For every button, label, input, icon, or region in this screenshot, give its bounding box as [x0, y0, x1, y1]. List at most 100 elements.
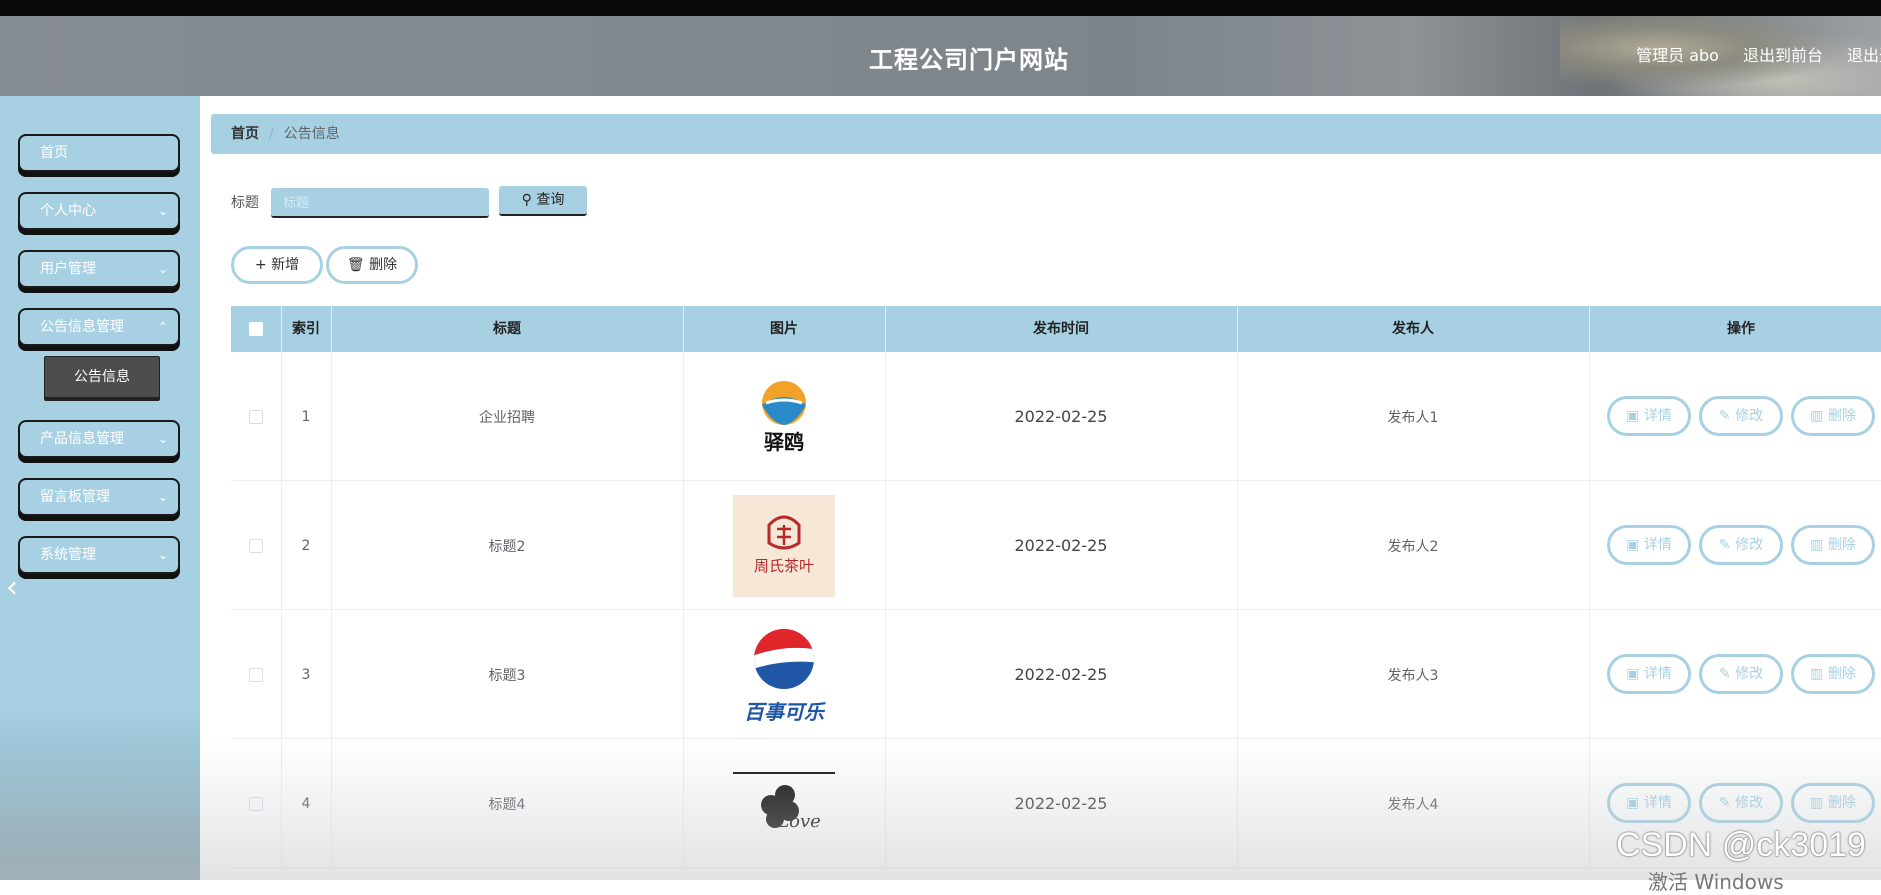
column-header-publisher: 发布人: [1392, 321, 1434, 337]
detail-button[interactable]: ▣ 详情: [1607, 396, 1691, 436]
sidebar-item-system-management[interactable]: 系统管理 ⌄: [18, 536, 180, 574]
windows-activation-text: 激活 Windows: [1648, 870, 1784, 894]
table-header: 索引 标题 图片 发布时间 发布人 操作: [231, 306, 1881, 352]
column-header-title: 标题: [493, 321, 521, 337]
sidebar-item-label: 系统管理: [40, 547, 96, 563]
row-image: 百事可乐: [683, 610, 885, 739]
logout-link[interactable]: 退出登录: [1847, 42, 1881, 66]
chevron-down-icon: ⌄: [157, 262, 168, 276]
header-divider: [1237, 306, 1238, 352]
table-row: 3 标题3 百事可乐 2022-02-25 发布人3 ▣ 详情 ✎ 修改 ▥ 删…: [231, 610, 1881, 739]
delete-label: 删除: [1827, 666, 1856, 682]
pencil-icon: ✎: [1718, 666, 1731, 682]
header-divider: [331, 306, 332, 352]
logo-text: 百事可乐: [744, 700, 826, 724]
collapse-sidebar-icon[interactable]: ‹: [6, 570, 18, 605]
header-divider: [1589, 306, 1590, 352]
delete-label: 删除: [1827, 795, 1856, 811]
sidebar-item-personal-center[interactable]: 个人中心 ⌄: [18, 192, 180, 230]
detail-label: 详情: [1643, 795, 1672, 811]
delete-button[interactable]: ▥ 删除: [1791, 654, 1875, 694]
column-header-index: 索引: [292, 321, 320, 337]
row-publisher: 发布人2: [1387, 538, 1439, 555]
sidebar-item-home[interactable]: 首页: [18, 134, 180, 172]
delete-button[interactable]: ▥ 删除: [1791, 396, 1875, 436]
trash-icon: ▥: [1810, 537, 1824, 553]
table-row: 1 企业招聘 驿鸥 2022-02-25 发布人1 ▣ 详情 ✎ 修改 ▥ 删除: [231, 352, 1881, 481]
edit-button[interactable]: ✎ 修改: [1699, 396, 1783, 436]
delete-button[interactable]: ▥ 删除: [1791, 525, 1875, 565]
row-publisher: 发布人1: [1387, 409, 1439, 426]
row-title: 标题2: [488, 538, 526, 555]
site-title: 工程公司门户网站: [869, 46, 1069, 74]
search-icon: ⚲: [521, 192, 532, 208]
row-index: 1: [301, 408, 311, 425]
clover-love-logo-icon: Love: [733, 771, 835, 832]
row-checkbox[interactable]: [249, 538, 263, 553]
select-all-checkbox[interactable]: [249, 322, 263, 336]
select-all-cell: [231, 306, 281, 352]
column-header-image: 图片: [770, 321, 798, 337]
row-publish-date: 2022-02-25: [1014, 536, 1108, 555]
search-button[interactable]: ⚲ 查询: [499, 186, 587, 216]
sidebar-menu: 首页 个人中心 ⌄ 用户管理 ⌄ 公告信息管理 ⌃ 公告信息 产品信息管理 ⌄ 留言板管…: [18, 134, 180, 594]
back-to-front-link[interactable]: 退出到前台: [1743, 42, 1823, 66]
search-title-input[interactable]: [271, 188, 489, 218]
bulk-delete-button[interactable]: 🗑 删除: [326, 246, 418, 284]
sidebar-item-user-management[interactable]: 用户管理 ⌄: [18, 250, 180, 288]
row-image: Love: [683, 739, 885, 868]
row-publisher: 发布人4: [1387, 796, 1439, 813]
row-select-cell: [231, 610, 281, 739]
breadcrumb-home[interactable]: 首页: [231, 126, 259, 142]
yiou-logo-icon: 驿鸥: [762, 380, 806, 454]
sidebar-subitem-notice-info[interactable]: 公告信息: [44, 356, 160, 398]
logo-text: 驿鸥: [764, 430, 804, 454]
row-index: 2: [301, 537, 311, 554]
detail-button[interactable]: ▣ 详情: [1607, 654, 1691, 694]
breadcrumb-separator: /: [269, 126, 274, 142]
chevron-down-icon: ⌄: [157, 432, 168, 446]
edit-label: 修改: [1735, 408, 1764, 424]
edit-button[interactable]: ✎ 修改: [1699, 654, 1783, 694]
header-links: 管理员 abo 退出到前台 退出登录: [1636, 42, 1881, 66]
logo-text: Love: [776, 811, 821, 832]
trash-icon: ▥: [1810, 408, 1824, 424]
row-title: 企业招聘: [479, 409, 535, 426]
sidebar-item-label: 个人中心: [40, 203, 96, 219]
pencil-icon: ✎: [1718, 795, 1731, 811]
add-button[interactable]: + 新增: [231, 246, 323, 284]
trash-icon: ▥: [1810, 795, 1824, 811]
row-select-cell: [231, 739, 281, 868]
sidebar-item-notice-management[interactable]: 公告信息管理 ⌃: [18, 308, 180, 346]
header-divider: [885, 306, 886, 352]
detail-button[interactable]: ▣ 详情: [1607, 525, 1691, 565]
breadcrumb-current: 公告信息: [283, 126, 340, 142]
document-icon: ▣: [1626, 537, 1640, 553]
table-row: 2 标题2 周氏茶叶 2022-02-25 发布人2 ▣ 详情 ✎ 修改 ▥ 删…: [231, 481, 1881, 610]
sidebar-item-product-management[interactable]: 产品信息管理 ⌄: [18, 420, 180, 458]
row-index: 4: [301, 795, 311, 812]
detail-button[interactable]: ▣ 详情: [1607, 783, 1691, 823]
row-checkbox[interactable]: [249, 796, 263, 811]
column-header-publish-time: 发布时间: [1033, 321, 1089, 337]
breadcrumb: 首页 / 公告信息: [211, 114, 1881, 154]
edit-button[interactable]: ✎ 修改: [1699, 525, 1783, 565]
row-publish-date: 2022-02-25: [1014, 407, 1108, 426]
document-icon: ▣: [1626, 795, 1640, 811]
zhoushi-tea-logo-icon: 周氏茶叶: [733, 494, 835, 597]
pencil-icon: ✎: [1718, 537, 1731, 553]
row-checkbox[interactable]: [249, 409, 263, 424]
search-button-label: 查询: [536, 192, 565, 208]
trash-icon: 🗑: [346, 257, 365, 273]
delete-button[interactable]: ▥ 删除: [1791, 783, 1875, 823]
search-title-label: 标题: [231, 195, 259, 211]
row-publish-date: 2022-02-25: [1014, 665, 1108, 684]
edit-button[interactable]: ✎ 修改: [1699, 783, 1783, 823]
row-checkbox[interactable]: [249, 667, 263, 682]
add-button-label: 新增: [271, 257, 300, 273]
column-header-operations: 操作: [1727, 321, 1755, 337]
header-divider: [683, 306, 684, 352]
sidebar-item-message-board[interactable]: 留言板管理 ⌄: [18, 478, 180, 516]
document-icon: ▣: [1626, 666, 1640, 682]
pencil-icon: ✎: [1718, 408, 1731, 424]
